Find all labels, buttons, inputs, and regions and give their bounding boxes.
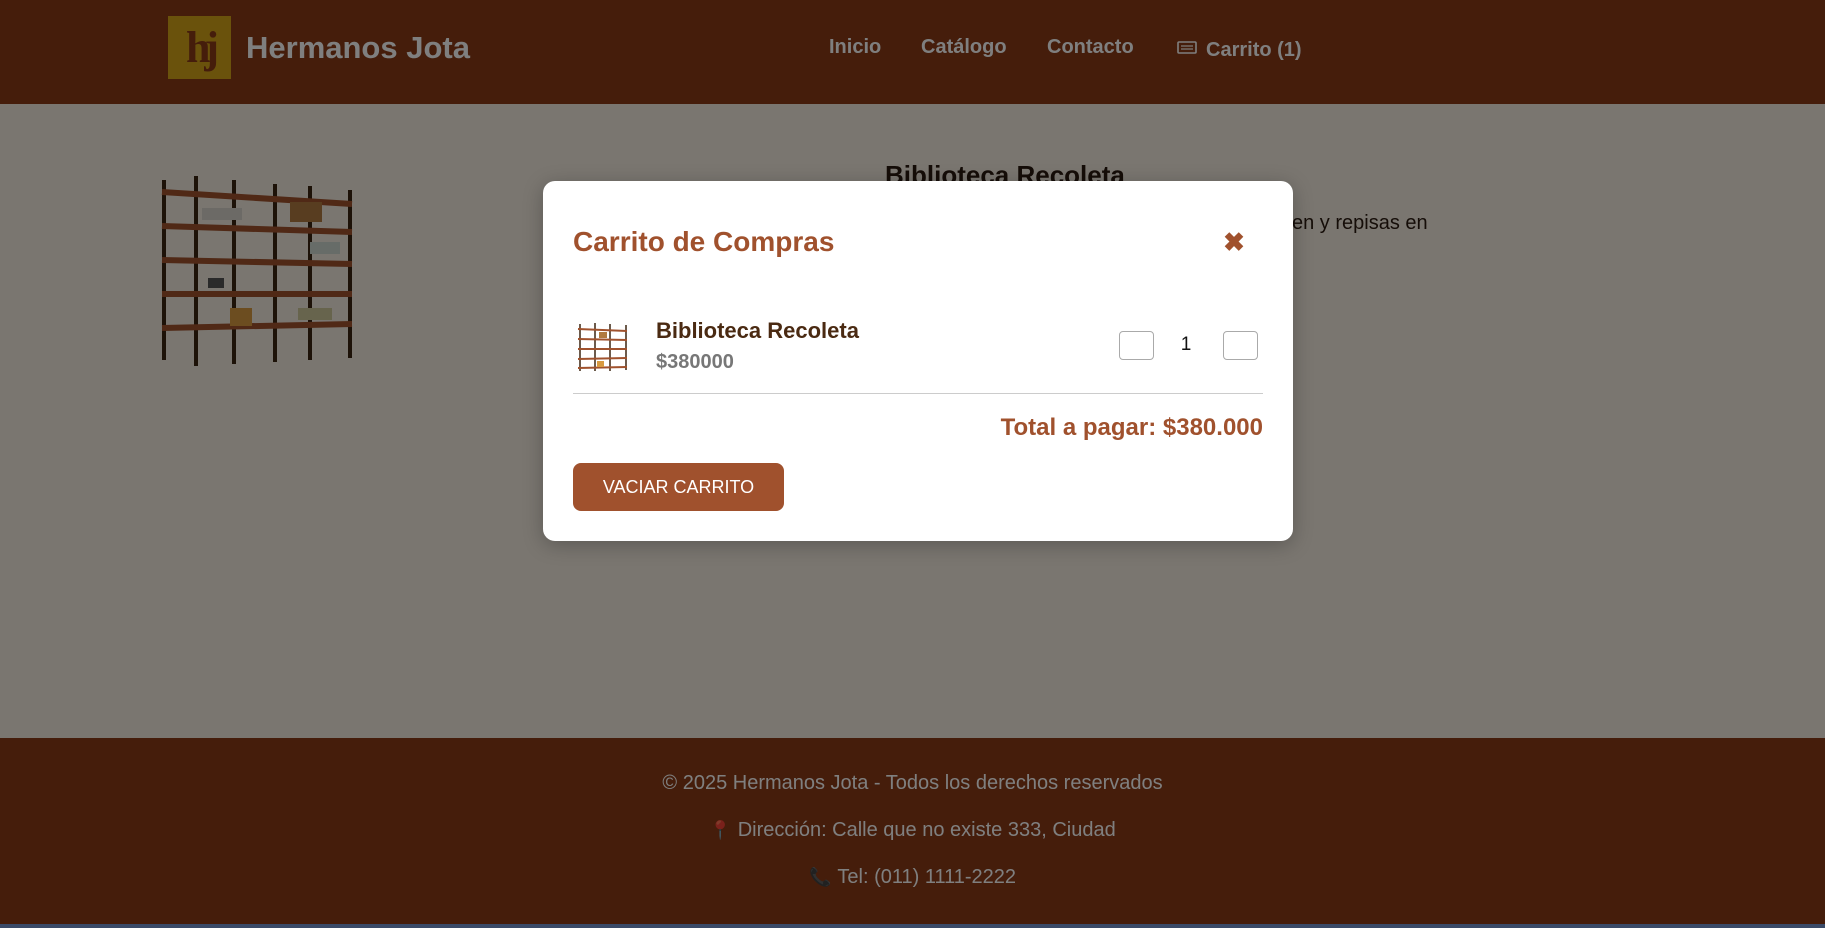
cart-item-price: $380000 bbox=[656, 351, 734, 373]
cart-item-name: Biblioteca Recoleta bbox=[656, 318, 859, 343]
cart-item-thumbnail bbox=[577, 321, 629, 373]
cart-total: Total a pagar: $380.000 bbox=[1000, 414, 1263, 441]
decrease-quantity-button[interactable] bbox=[1119, 331, 1154, 360]
cart-modal-title: Carrito de Compras bbox=[573, 226, 835, 257]
bottom-strip bbox=[0, 924, 1825, 928]
empty-cart-button[interactable]: VACIAR CARRITO bbox=[573, 463, 784, 511]
cart-item-quantity: 1 bbox=[1180, 334, 1192, 355]
cart-divider bbox=[573, 393, 1263, 394]
close-icon[interactable]: ✖ bbox=[1217, 225, 1251, 259]
increase-quantity-button[interactable] bbox=[1223, 331, 1258, 360]
cart-modal: Carrito de Compras ✖ Biblioteca Recoleta… bbox=[543, 181, 1293, 541]
